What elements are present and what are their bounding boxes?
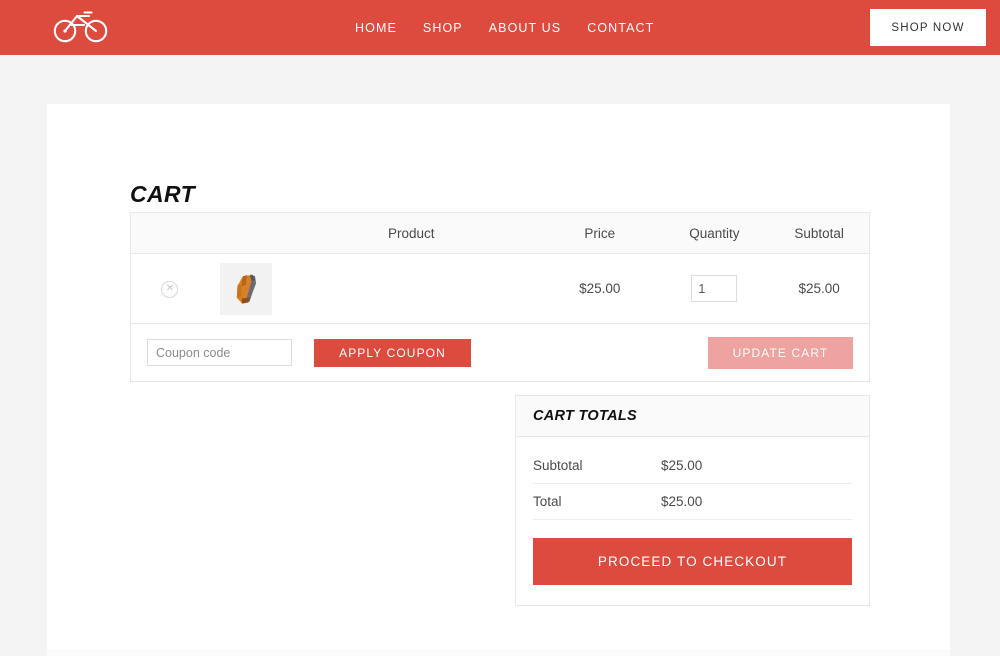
cart-totals-heading: CART TOTALS: [516, 396, 869, 437]
nav-item-contact[interactable]: CONTACT: [587, 21, 654, 35]
coupon-row: APPLY COUPON UPDATE CART: [131, 324, 869, 381]
footer-section-top-edge: [47, 649, 950, 656]
cart-totals-body: Subtotal $25.00 Total $25.00 PROCEED TO …: [516, 448, 869, 585]
update-cart-button[interactable]: UPDATE CART: [708, 337, 853, 369]
cell-quantity: [660, 275, 770, 302]
cell-remove: ✕: [131, 279, 209, 298]
page-title: CART: [130, 181, 196, 208]
nav-item-about-us[interactable]: ABOUT US: [489, 21, 561, 35]
nav-item-home[interactable]: HOME: [355, 21, 397, 35]
page-content-card: CART Product Price Quantity Subtotal ✕ $…: [47, 104, 950, 649]
bicycle-icon: [53, 7, 109, 48]
apply-coupon-button[interactable]: APPLY COUPON: [314, 338, 471, 367]
cart-table-header: Product Price Quantity Subtotal: [131, 213, 869, 254]
cell-thumbnail: [209, 262, 283, 315]
cell-price: $25.00: [579, 281, 621, 296]
nav-item-shop[interactable]: SHOP: [423, 21, 463, 35]
cell-subtotal: $25.00: [798, 281, 840, 296]
remove-circle-x-icon[interactable]: ✕: [161, 280, 179, 298]
quantity-input[interactable]: [691, 275, 738, 302]
totals-value-total: $25.00: [661, 494, 703, 509]
main-navigation: HOME SHOP ABOUT US CONTACT: [355, 0, 654, 55]
coupon-code-input[interactable]: [147, 339, 292, 366]
table-row: ✕ $25.00 1 $25.00: [131, 254, 869, 324]
totals-label-subtotal: Subtotal: [533, 458, 583, 473]
column-header-price: Price: [584, 225, 616, 241]
proceed-to-checkout-button[interactable]: PROCEED TO CHECKOUT: [533, 538, 852, 585]
site-header: HOME SHOP ABOUT US CONTACT SHOP NOW: [0, 0, 1000, 55]
column-header-quantity: Quantity: [689, 225, 740, 241]
column-header-product: Product: [387, 225, 435, 241]
totals-row-subtotal: Subtotal $25.00: [533, 448, 852, 484]
cart-table: Product Price Quantity Subtotal ✕ $25.00…: [130, 212, 870, 382]
cart-totals-panel: CART TOTALS Subtotal $25.00 Total $25.00…: [515, 395, 870, 606]
totals-value-subtotal: $25.00: [661, 458, 703, 473]
column-header-subtotal: Subtotal: [794, 225, 844, 241]
totals-label-total: Total: [533, 494, 562, 509]
totals-row-total: Total $25.00: [533, 484, 852, 520]
shop-now-button[interactable]: SHOP NOW: [870, 9, 986, 46]
logo-link[interactable]: [52, 6, 110, 48]
product-thumbnail[interactable]: [219, 262, 272, 315]
